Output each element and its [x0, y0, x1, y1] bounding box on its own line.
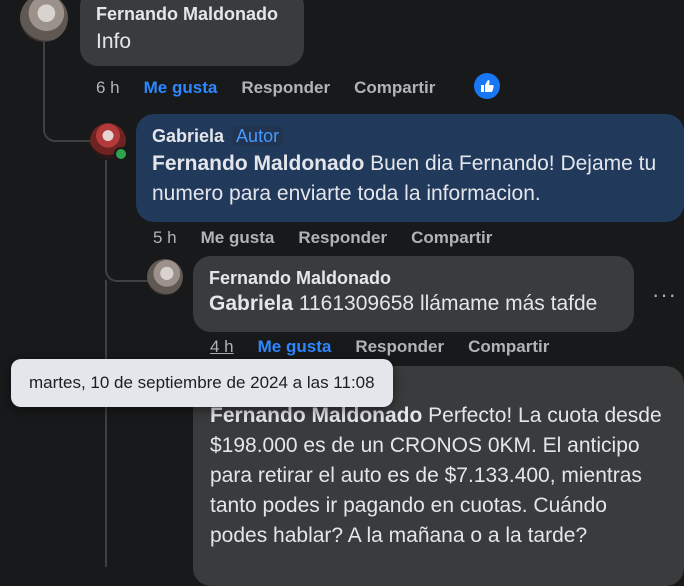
share-button[interactable]: Compartir	[354, 78, 435, 98]
online-status-icon	[114, 147, 128, 161]
comment-bubble-2: Gabriela Autor Fernando Maldonado Buen di…	[136, 114, 684, 222]
mention-link[interactable]: Fernando Maldonado	[152, 152, 364, 175]
comment-actions-3: 4 h Me gusta Responder Compartir	[210, 337, 549, 357]
avatar-fernando[interactable]	[20, 0, 68, 42]
comment-text: Fernando Maldonado Perfecto! La cuota de…	[210, 401, 670, 551]
author-badge: Autor	[232, 126, 284, 146]
comment-timestamp[interactable]: 4 h	[210, 337, 234, 357]
mention-link[interactable]: Gabriela	[209, 292, 293, 315]
comment-bubble-1: Fernando Maldonado Info	[80, 0, 304, 66]
avatar-fernando[interactable]	[147, 259, 183, 295]
mention-link[interactable]: Fernando Maldonado	[210, 404, 422, 427]
like-button[interactable]: Me gusta	[144, 78, 218, 98]
comment-timestamp[interactable]: 6 h	[96, 78, 120, 98]
share-button[interactable]: Compartir	[411, 228, 492, 248]
timestamp-tooltip: martes, 10 de septiembre de 2024 a las 1…	[11, 359, 393, 407]
comment-actions-1: 6 h Me gusta Responder Compartir	[96, 78, 435, 98]
reply-button[interactable]: Responder	[241, 78, 330, 98]
share-button[interactable]: Compartir	[468, 337, 549, 357]
comment-timestamp[interactable]: 5 h	[153, 228, 177, 248]
comment-text: Info	[96, 30, 132, 53]
comment-body: 1161309658 llámame más tafde	[293, 292, 598, 315]
comment-bubble-3: Fernando Maldonado Gabriela 1161309658 l…	[193, 256, 634, 332]
comment-author[interactable]: Fernando Maldonado	[209, 268, 618, 289]
thumbs-up-icon[interactable]	[474, 73, 500, 99]
like-button[interactable]: Me gusta	[201, 228, 275, 248]
more-options-icon[interactable]: ···	[652, 282, 677, 308]
comment-author-row: Gabriela Autor	[152, 126, 668, 147]
comment-author[interactable]: Gabriela	[152, 126, 224, 146]
comment-actions-2: 5 h Me gusta Responder Compartir	[153, 228, 492, 248]
reply-button[interactable]: Responder	[298, 228, 387, 248]
thread-line-reply-continue	[105, 280, 107, 567]
reply-button[interactable]: Responder	[355, 337, 444, 357]
comment-text: Gabriela 1161309658 llámame más tafde	[209, 289, 618, 319]
comment-author[interactable]: Fernando Maldonado	[96, 4, 288, 25]
like-button[interactable]: Me gusta	[258, 337, 332, 357]
comment-text: Fernando Maldonado Buen dia Fernando! De…	[152, 149, 668, 209]
